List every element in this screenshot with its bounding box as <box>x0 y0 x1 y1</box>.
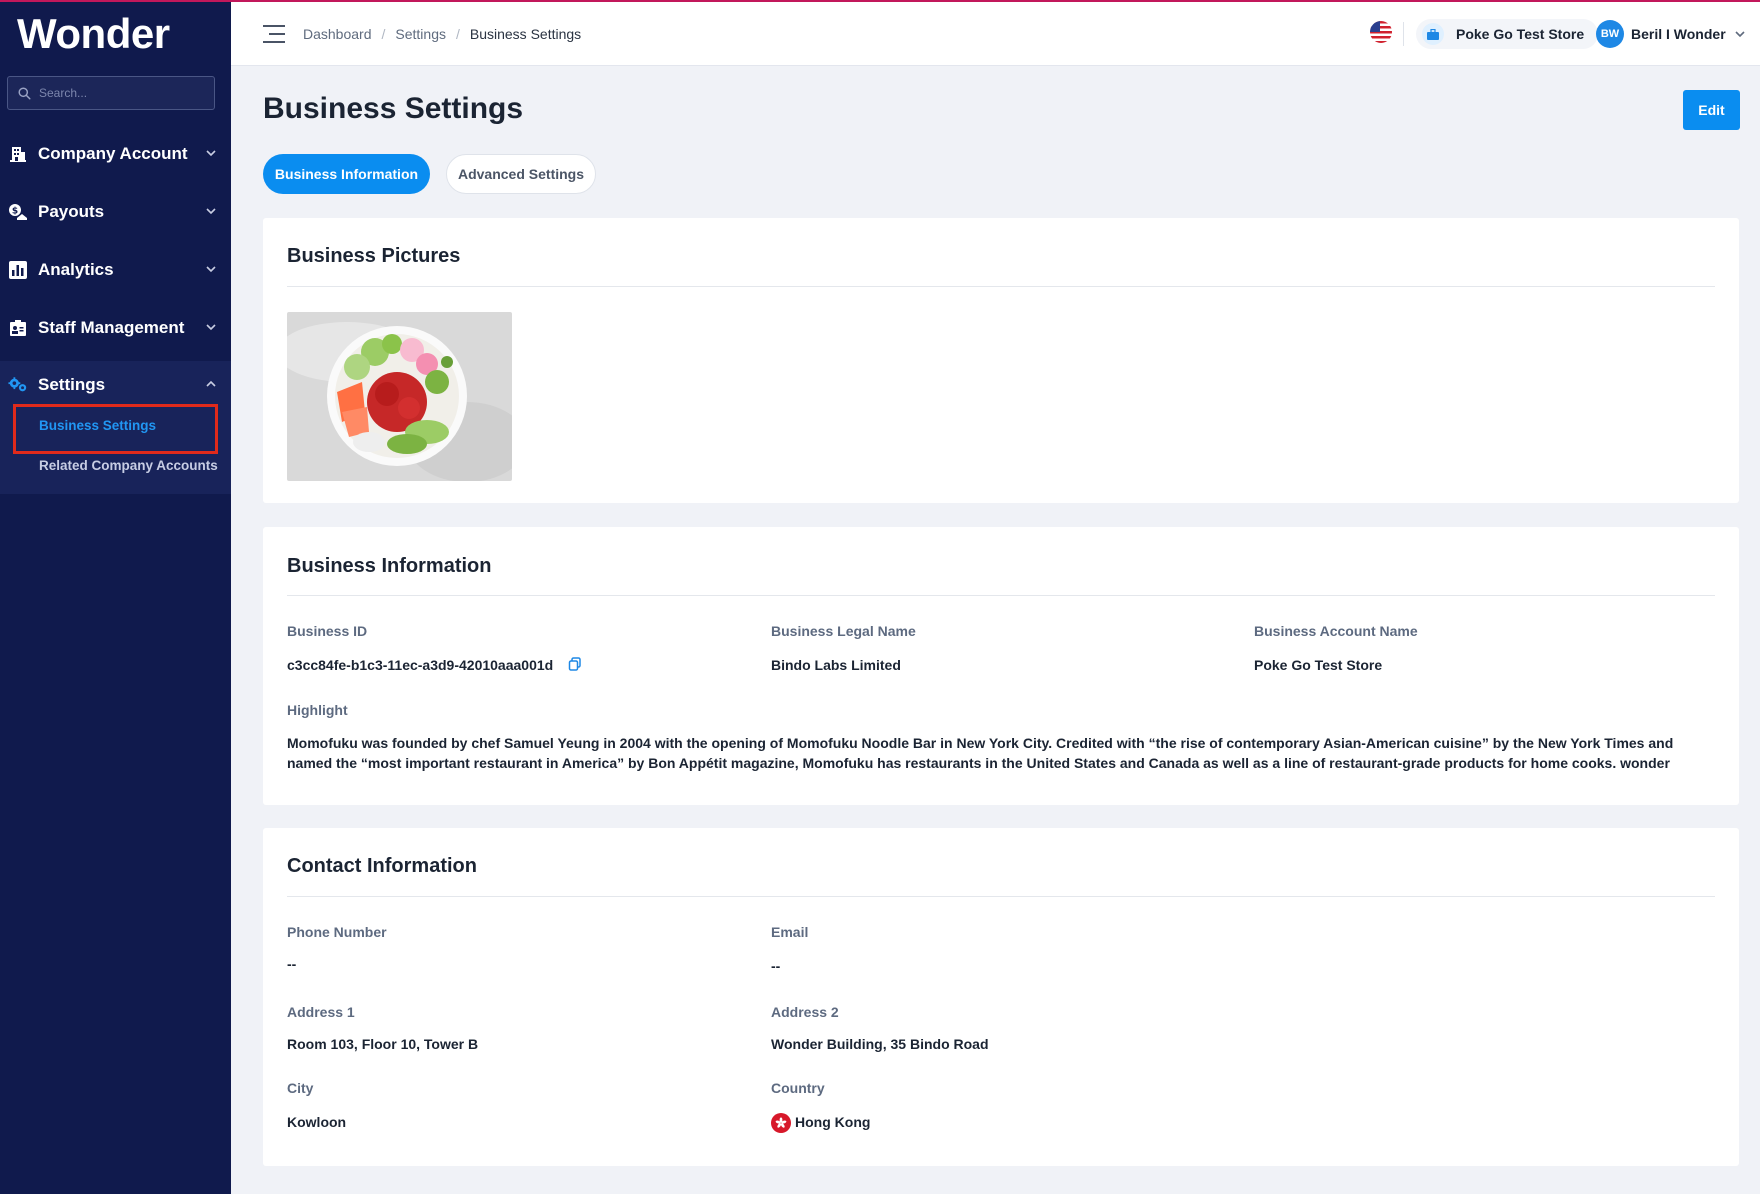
chevron-down-icon <box>206 266 216 273</box>
country-label: Country <box>771 1080 825 1096</box>
payout-icon: $ <box>8 202 28 222</box>
gears-icon <box>8 375 28 395</box>
sidebar-item-staff-management[interactable]: Staff Management <box>0 304 231 352</box>
chevron-down-icon <box>206 208 216 215</box>
breadcrumb-dashboard[interactable]: Dashboard <box>303 26 372 42</box>
page-title: Business Settings <box>263 92 524 125</box>
address1-value: Room 103, Floor 10, Tower B <box>287 1036 479 1052</box>
email-label: Email <box>771 924 809 940</box>
address1-label: Address 1 <box>287 1004 355 1020</box>
card-divider <box>287 286 1715 287</box>
chevron-up-icon <box>206 380 216 387</box>
user-menu[interactable]: BW Beril I Wonder <box>1596 19 1746 49</box>
business-id-label: Business ID <box>287 623 368 639</box>
store-icon <box>1422 23 1444 45</box>
user-name: Beril I Wonder <box>1631 26 1726 42</box>
breadcrumb-separator: / <box>381 26 386 42</box>
business-information-card: Business Information Business ID c3cc84f… <box>263 527 1739 805</box>
legal-name-value: Bindo Labs Limited <box>771 657 901 673</box>
sidebar-item-company-account[interactable]: Company Account <box>0 130 231 178</box>
chevron-down-icon <box>206 150 216 157</box>
address2-value: Wonder Building, 35 Bindo Road <box>771 1036 989 1052</box>
sidebar-item-analytics[interactable]: Analytics <box>0 246 231 294</box>
city-label: City <box>287 1080 314 1096</box>
contact-information-card: Contact Information Phone Number -- Emai… <box>263 828 1739 1166</box>
sidebar-item-label: Analytics <box>38 260 114 279</box>
sidebar: Wonder Company Account $ Payouts Analyti… <box>0 0 231 1194</box>
header-divider <box>1403 22 1404 46</box>
phone-value: -- <box>287 956 297 972</box>
avatar: BW <box>1596 20 1624 48</box>
breadcrumb-current: Business Settings <box>469 26 582 42</box>
sidebar-item-payouts[interactable]: $ Payouts <box>0 188 231 236</box>
copy-icon[interactable] <box>568 657 582 671</box>
staff-icon <box>8 318 28 338</box>
card-title: Business Pictures <box>287 245 461 267</box>
top-accent-line <box>0 0 1760 2</box>
country-value: Hong Kong <box>795 1114 871 1130</box>
chevron-down-icon <box>206 324 216 331</box>
highlight-value: Momofuku was founded by chef Samuel Yeun… <box>287 735 1674 771</box>
breadcrumb: Dashboard / Settings / Business Settings <box>303 26 581 42</box>
chevron-down-icon <box>1735 31 1745 38</box>
tab-business-information[interactable]: Business Information <box>263 154 430 194</box>
menu-toggle-icon[interactable] <box>263 24 285 44</box>
hong-kong-flag-icon <box>771 1113 791 1133</box>
sidebar-item-label: Company Account <box>38 144 188 163</box>
top-header: Dashboard / Settings / Business Settings… <box>231 2 1760 66</box>
wonder-logo[interactable]: Wonder <box>17 10 170 58</box>
card-title: Contact Information <box>287 855 477 877</box>
us-flag-icon[interactable] <box>1370 21 1392 43</box>
sidebar-item-label: Settings <box>38 375 106 394</box>
store-selector[interactable]: Poke Go Test Store <box>1416 19 1599 49</box>
sidebar-search[interactable] <box>7 76 215 110</box>
search-input[interactable] <box>39 86 209 100</box>
svg-text:$: $ <box>12 207 18 217</box>
legal-name-label: Business Legal Name <box>771 623 916 639</box>
bar-chart-icon <box>8 260 28 280</box>
address2-label: Address 2 <box>771 1004 839 1020</box>
sidebar-subitem-related-company-accounts[interactable]: Related Company Accounts <box>39 458 218 473</box>
breadcrumb-separator: / <box>455 26 460 42</box>
sidebar-item-label: Staff Management <box>38 318 185 337</box>
account-name-value: Poke Go Test Store <box>1254 657 1383 673</box>
building-icon <box>8 144 28 164</box>
sidebar-item-settings[interactable]: Settings <box>0 361 231 409</box>
business-id-value: c3cc84fe-b1c3-11ec-a3d9-42010aaa001d <box>287 657 554 673</box>
breadcrumb-settings[interactable]: Settings <box>395 26 446 42</box>
business-picture-thumbnail[interactable] <box>287 312 512 481</box>
account-name-label: Business Account Name <box>1254 623 1418 639</box>
store-name: Poke Go Test Store <box>1456 26 1585 42</box>
card-divider <box>287 595 1715 596</box>
city-value: Kowloon <box>287 1114 347 1130</box>
card-divider <box>287 896 1715 897</box>
card-title: Business Information <box>287 555 492 577</box>
tab-advanced-settings[interactable]: Advanced Settings <box>446 154 596 194</box>
business-pictures-card: Business Pictures <box>263 218 1739 503</box>
sidebar-subitem-business-settings[interactable]: Business Settings <box>39 418 156 433</box>
highlight-label: Highlight <box>287 702 348 718</box>
sidebar-item-label: Payouts <box>38 202 105 221</box>
search-icon <box>18 86 31 100</box>
edit-button[interactable]: Edit <box>1683 90 1740 130</box>
phone-label: Phone Number <box>287 924 387 940</box>
email-value: -- <box>771 958 781 974</box>
